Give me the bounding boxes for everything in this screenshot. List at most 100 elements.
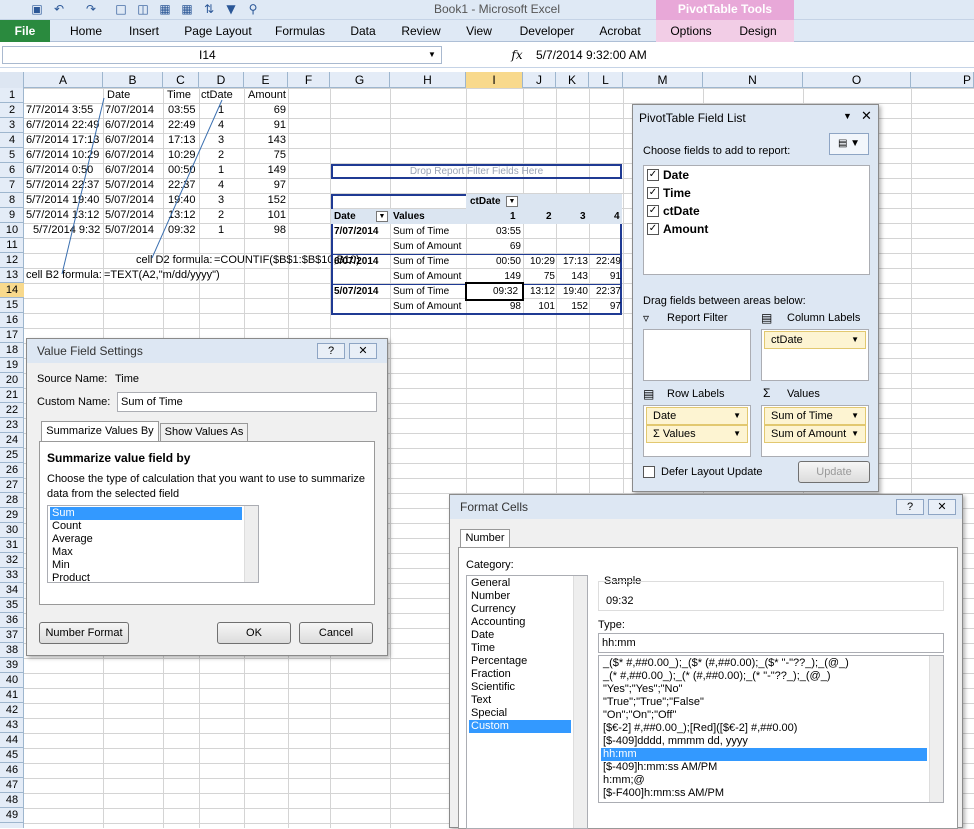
- help-icon[interactable]: ?: [317, 343, 345, 359]
- category-option[interactable]: Text: [469, 694, 571, 707]
- row-header[interactable]: 17: [0, 328, 24, 343]
- category-option[interactable]: General: [469, 577, 571, 590]
- tab-insert[interactable]: Insert: [120, 22, 168, 40]
- row-header[interactable]: 37: [0, 628, 24, 643]
- defer-layout-checkbox[interactable]: [643, 466, 655, 478]
- chevron-down-icon[interactable]: ▼: [733, 408, 741, 424]
- name-box[interactable]: I14: [2, 46, 442, 64]
- field-checkbox[interactable]: ✓: [647, 205, 659, 217]
- insert-function-icon[interactable]: fx: [505, 46, 529, 64]
- tab-page-layout[interactable]: Page Layout: [180, 22, 256, 40]
- format-option[interactable]: h:mm;@: [601, 774, 927, 787]
- field-checkbox[interactable]: ✓: [647, 187, 659, 199]
- close-icon[interactable]: ✕: [349, 343, 377, 359]
- category-option[interactable]: Fraction: [469, 668, 571, 681]
- pivot-value-cell[interactable]: 69: [466, 239, 521, 254]
- tab-home[interactable]: Home: [62, 22, 110, 40]
- column-header[interactable]: N: [703, 72, 803, 88]
- category-option[interactable]: Percentage: [469, 655, 571, 668]
- column-header[interactable]: A: [24, 72, 103, 88]
- column-header[interactable]: J: [523, 72, 556, 88]
- chevron-down-icon[interactable]: ▼: [843, 111, 852, 121]
- pivot-value-cell[interactable]: 91: [589, 269, 621, 284]
- chevron-down-icon[interactable]: ▼: [851, 426, 859, 442]
- pivot-value-cell[interactable]: 03:55: [466, 224, 521, 239]
- row-header[interactable]: 31: [0, 538, 24, 553]
- row-header[interactable]: 33: [0, 568, 24, 583]
- pivot-value-cell[interactable]: 152: [556, 299, 588, 314]
- pivot-value-cell[interactable]: 19:40: [556, 284, 588, 299]
- row-header[interactable]: 27: [0, 478, 24, 493]
- category-option[interactable]: Special: [469, 707, 571, 720]
- category-option[interactable]: Scientific: [469, 681, 571, 694]
- row-header[interactable]: 49: [0, 808, 24, 823]
- column-header[interactable]: O: [803, 72, 911, 88]
- format-listbox[interactable]: _($* #,##0.00_);_($* (#,##0.00);_($* "-"…: [598, 655, 944, 803]
- column-header[interactable]: G: [330, 72, 390, 88]
- calculation-option[interactable]: Average: [50, 533, 242, 546]
- ok-button[interactable]: OK: [217, 622, 291, 644]
- pivot-value-cell[interactable]: 22:49: [589, 254, 621, 269]
- row-header[interactable]: 28: [0, 493, 24, 508]
- row-header[interactable]: 22: [0, 403, 24, 418]
- format-option[interactable]: "Yes";"Yes";"No": [601, 683, 927, 696]
- pivot-value-cell[interactable]: 149: [466, 269, 521, 284]
- layout-options-icon[interactable]: ▤ ▼: [829, 133, 869, 155]
- row-header[interactable]: 26: [0, 463, 24, 478]
- number-format-button[interactable]: Number Format: [39, 622, 129, 644]
- row-header[interactable]: 21: [0, 388, 24, 403]
- tab-data[interactable]: Data: [342, 22, 384, 40]
- pivot-value-cell[interactable]: 143: [556, 269, 588, 284]
- update-button[interactable]: Update: [798, 461, 870, 483]
- row-header[interactable]: 34: [0, 583, 24, 598]
- formula-input[interactable]: 5/7/2014 9:32:00 AM: [530, 46, 974, 64]
- calculation-option[interactable]: Min: [50, 559, 242, 572]
- row-header[interactable]: 16: [0, 313, 24, 328]
- pivot-value-cell[interactable]: 97: [589, 299, 621, 314]
- close-icon[interactable]: ✕: [928, 499, 956, 515]
- tab-review[interactable]: Review: [396, 22, 446, 40]
- row-header[interactable]: 38: [0, 643, 24, 658]
- category-option[interactable]: Accounting: [469, 616, 571, 629]
- row-header[interactable]: 45: [0, 748, 24, 763]
- file-tab[interactable]: File: [0, 20, 50, 42]
- category-option[interactable]: Time: [469, 642, 571, 655]
- row-header[interactable]: 29: [0, 508, 24, 523]
- column-header[interactable]: D: [199, 72, 244, 88]
- pivot-value-cell[interactable]: 10:29: [523, 254, 555, 269]
- column-field-ctdate[interactable]: ctDate ▼: [764, 331, 866, 349]
- calculation-option[interactable]: Max: [50, 546, 242, 559]
- category-option[interactable]: Custom: [469, 720, 571, 733]
- row-header[interactable]: 24: [0, 433, 24, 448]
- row-header[interactable]: 19: [0, 358, 24, 373]
- tab-options[interactable]: Options: [664, 22, 718, 40]
- row-header[interactable]: 41: [0, 688, 24, 703]
- column-header[interactable]: K: [556, 72, 589, 88]
- row-header[interactable]: 40: [0, 673, 24, 688]
- scrollbar[interactable]: [929, 656, 943, 802]
- pivot-value-cell[interactable]: 101: [523, 299, 555, 314]
- format-option[interactable]: [$-F400]h:mm:ss AM/PM: [601, 787, 927, 800]
- field-checkbox[interactable]: ✓: [647, 169, 659, 181]
- tab-developer[interactable]: Developer: [512, 22, 582, 40]
- type-input[interactable]: hh:mm: [598, 633, 944, 653]
- tab-view[interactable]: View: [458, 22, 500, 40]
- row-header[interactable]: 47: [0, 778, 24, 793]
- value-field-sum-of-amount[interactable]: Sum of Amount ▼: [764, 425, 866, 443]
- select-all-corner[interactable]: [0, 72, 24, 88]
- calculation-option[interactable]: Product: [50, 572, 242, 585]
- value-field-sum-of-time[interactable]: Sum of Time ▼: [764, 407, 866, 425]
- format-option[interactable]: "On";"On";"Off": [601, 709, 927, 722]
- custom-name-input[interactable]: Sum of Time: [117, 392, 377, 412]
- pivot-value-cell[interactable]: 00:50: [466, 254, 521, 269]
- report-filter-area[interactable]: [643, 329, 751, 381]
- column-header[interactable]: H: [390, 72, 466, 88]
- row-header[interactable]: 23: [0, 418, 24, 433]
- help-icon[interactable]: ?: [896, 499, 924, 515]
- pivot-value-cell[interactable]: 75: [523, 269, 555, 284]
- column-header[interactable]: P: [911, 72, 974, 88]
- row-header[interactable]: 25: [0, 448, 24, 463]
- column-header[interactable]: M: [623, 72, 703, 88]
- tab-formulas[interactable]: Formulas: [268, 22, 332, 40]
- row-header[interactable]: 39: [0, 658, 24, 673]
